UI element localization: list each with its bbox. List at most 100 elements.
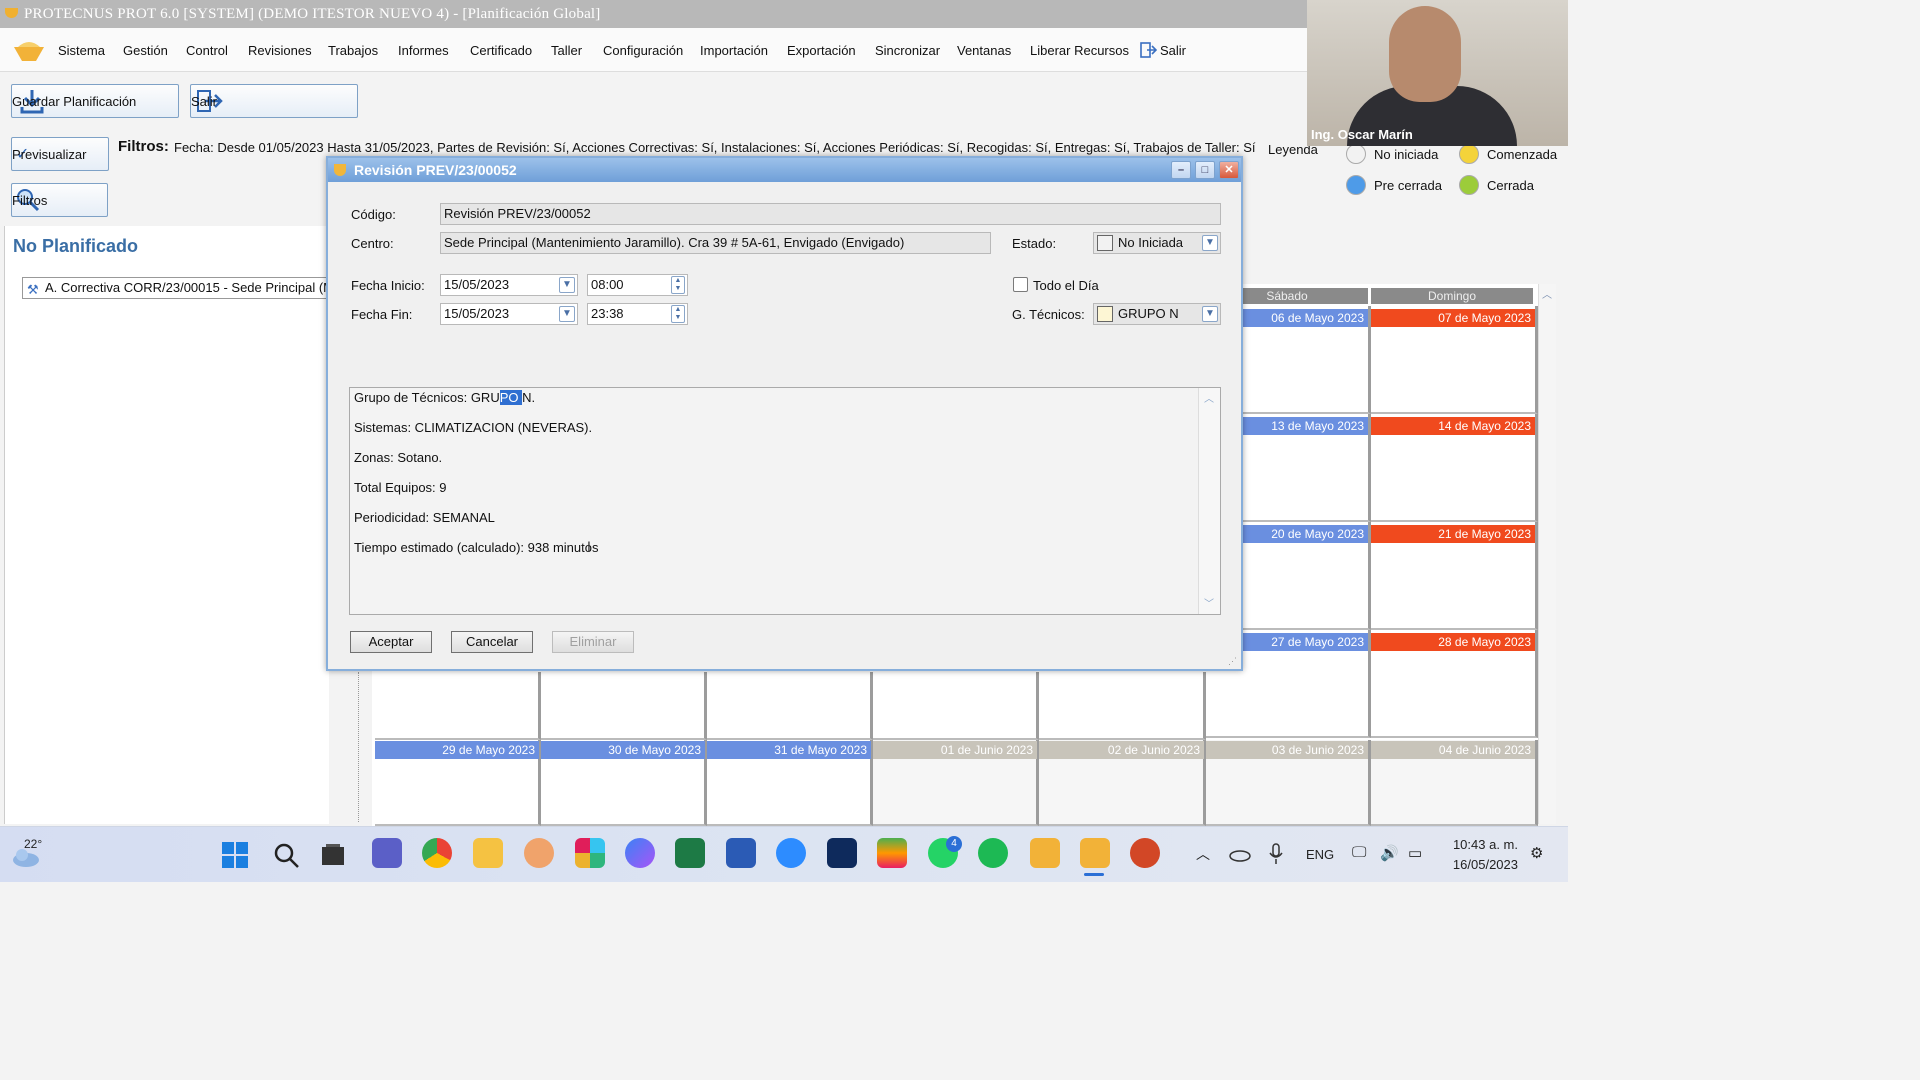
hora-fin-field[interactable]: 23:38 ▲ ▼ bbox=[587, 303, 688, 325]
volume-icon[interactable]: 🔊 bbox=[1380, 844, 1399, 862]
presenter-name: Ing. Oscar Marín bbox=[1311, 127, 1413, 142]
cancelar-button[interactable]: Cancelar bbox=[451, 631, 533, 653]
estado-select[interactable]: No Iniciada ▼ bbox=[1093, 232, 1221, 254]
windows-start-icon[interactable] bbox=[221, 841, 249, 869]
eliminar-button[interactable]: Eliminar bbox=[552, 631, 634, 653]
teamviewer-icon[interactable] bbox=[827, 838, 857, 868]
menu-revisiones[interactable]: Revisiones bbox=[248, 43, 312, 58]
clock-time[interactable]: 10:43 a. m. bbox=[1452, 837, 1518, 852]
protecnus-active-icon[interactable] bbox=[1080, 838, 1110, 868]
language-indicator[interactable]: ENG bbox=[1306, 847, 1334, 862]
codigo-field[interactable]: Revisión PREV/23/00052 bbox=[440, 203, 1221, 225]
fecha-fin-field[interactable]: 15/05/2023 ▼ bbox=[440, 303, 578, 325]
time-spinner-icon[interactable]: ▲ ▼ bbox=[671, 276, 685, 294]
hora-fin-value: 23:38 bbox=[591, 306, 624, 321]
aceptar-button[interactable]: Aceptar bbox=[350, 631, 432, 653]
menu-ventanas[interactable]: Ventanas bbox=[957, 43, 1011, 58]
menu-sincronizar[interactable]: Sincronizar bbox=[875, 43, 940, 58]
time-spinner-icon[interactable]: ▲ ▼ bbox=[671, 305, 685, 323]
chevron-down-icon[interactable]: ▼ bbox=[1202, 306, 1218, 322]
menu-gestion[interactable]: Gestión bbox=[123, 43, 168, 58]
todo-el-dia-checkbox[interactable] bbox=[1013, 277, 1028, 292]
maximize-icon[interactable]: □ bbox=[1195, 161, 1215, 179]
unplanned-title: No Planificado bbox=[13, 236, 139, 256]
minimize-icon[interactable]: – bbox=[1171, 161, 1191, 179]
splitter[interactable] bbox=[358, 672, 364, 822]
fecha-fin-label: Fecha Fin: bbox=[351, 307, 413, 322]
menu-liberar-recursos[interactable]: Liberar Recursos bbox=[1030, 43, 1129, 58]
clock-date[interactable]: 16/05/2023 bbox=[1447, 857, 1518, 872]
menu-configuracion[interactable]: Configuración bbox=[603, 43, 683, 58]
g-tecnicos-value: GRUPO N bbox=[1118, 306, 1179, 321]
battery-icon[interactable]: ▭ bbox=[1408, 844, 1422, 862]
description-memo[interactable]: Grupo de Técnicos: GRUPO N. Sistemas: CL… bbox=[349, 387, 1221, 615]
calendar-cell[interactable] bbox=[541, 672, 707, 740]
menu-sistema[interactable]: Sistema bbox=[58, 43, 105, 58]
memo-text: Grupo de Técnicos: GRU bbox=[354, 390, 500, 405]
unplanned-list-item[interactable]: ⚒ A. Correctiva CORR/23/00015 - Sede Pri… bbox=[22, 277, 332, 299]
guardar-planificacion-button[interactable]: Guardar Planificación bbox=[11, 84, 179, 118]
menu-trabajos[interactable]: Trabajos bbox=[328, 43, 378, 58]
menu-control[interactable]: Control bbox=[186, 43, 228, 58]
calendar-cell[interactable] bbox=[707, 672, 873, 740]
menu-exportacion[interactable]: Exportación bbox=[787, 43, 856, 58]
g-tecnicos-label: G. Técnicos: bbox=[1012, 307, 1085, 322]
estado-label: Estado: bbox=[1012, 236, 1057, 251]
calendar-cell[interactable] bbox=[873, 672, 1039, 740]
close-icon[interactable]: ✕ bbox=[1219, 161, 1239, 179]
legend-label: Pre cerrada bbox=[1374, 177, 1442, 193]
app-icon[interactable] bbox=[524, 838, 554, 868]
chevron-down-icon[interactable]: ﹀ bbox=[1204, 595, 1214, 610]
slack-icon[interactable] bbox=[575, 838, 605, 868]
task-view-icon[interactable] bbox=[320, 843, 346, 867]
unplanned-item-label: A. Correctiva CORR/23/00015 - Sede Princ… bbox=[45, 280, 332, 295]
calendar-dropdown-icon[interactable]: ▼ bbox=[559, 277, 575, 293]
filtros-button[interactable]: Filtros bbox=[11, 183, 108, 217]
network-icon[interactable]: 🖵 bbox=[1352, 844, 1366, 861]
onedrive-cloud-icon[interactable] bbox=[1228, 846, 1252, 862]
memo-line: Sistemas: CLIMATIZACION (NEVERAS). bbox=[354, 420, 593, 435]
salir-label: Salir bbox=[191, 93, 218, 109]
resize-grip-icon[interactable]: ⋰ bbox=[1228, 656, 1237, 667]
salir-button[interactable]: Salir bbox=[190, 84, 358, 118]
excel-icon[interactable] bbox=[675, 838, 705, 868]
notifications-icon[interactable]: ⚙ bbox=[1530, 844, 1543, 862]
file-explorer-icon[interactable] bbox=[473, 838, 503, 868]
presenter-head bbox=[1389, 6, 1461, 102]
chevron-down-icon[interactable]: ▼ bbox=[1202, 235, 1218, 251]
menu-taller[interactable]: Taller bbox=[551, 43, 582, 58]
menu-salir[interactable]: Salir bbox=[1160, 43, 1186, 58]
calendar-dropdown-icon[interactable]: ▼ bbox=[559, 306, 575, 322]
zoom-icon[interactable] bbox=[776, 838, 806, 868]
word-icon[interactable] bbox=[726, 838, 756, 868]
previsualizar-button[interactable]: ✓ Previsualizar bbox=[11, 137, 109, 171]
copilot-icon[interactable] bbox=[625, 838, 655, 868]
active-app-indicator bbox=[1084, 873, 1104, 876]
menu-informes[interactable]: Informes bbox=[398, 43, 449, 58]
powerpoint-icon[interactable] bbox=[1130, 838, 1160, 868]
filters-summary: Fecha: Desde 01/05/2023 Hasta 31/05/2023… bbox=[174, 140, 1256, 155]
protecnus-icon[interactable] bbox=[1030, 838, 1060, 868]
calendar-scrollbar[interactable]: ︿ bbox=[1538, 284, 1556, 824]
centro-field[interactable]: Sede Principal (Mantenimiento Jaramillo)… bbox=[440, 232, 991, 254]
calendar-cell[interactable] bbox=[1039, 672, 1206, 740]
fecha-inicio-field[interactable]: 15/05/2023 ▼ bbox=[440, 274, 578, 296]
chevron-up-icon[interactable]: ︿ bbox=[1196, 844, 1210, 864]
search-icon[interactable] bbox=[272, 841, 300, 869]
menu-certificado[interactable]: Certificado bbox=[470, 43, 532, 58]
chat-icon[interactable] bbox=[372, 838, 402, 868]
menu-importacion[interactable]: Importación bbox=[700, 43, 768, 58]
g-tecnicos-select[interactable]: GRUPO N ▼ bbox=[1093, 303, 1221, 325]
calendar-cell[interactable] bbox=[375, 672, 541, 740]
hora-inicio-field[interactable]: 08:00 ▲ ▼ bbox=[587, 274, 688, 296]
app-menu-logo-icon[interactable] bbox=[12, 39, 46, 63]
memo-scrollbar[interactable]: ︿ ﹀ bbox=[1198, 388, 1220, 614]
spotify-icon[interactable] bbox=[978, 838, 1008, 868]
chevron-up-icon[interactable]: ︿ bbox=[1542, 286, 1552, 301]
chevron-up-icon[interactable]: ︿ bbox=[1204, 390, 1214, 405]
microphone-icon[interactable] bbox=[1268, 843, 1284, 865]
revision-dialog: Revisión PREV/23/00052 – □ ✕ Código: Rev… bbox=[326, 156, 1243, 671]
dialog-title-bar[interactable]: Revisión PREV/23/00052 – □ ✕ bbox=[328, 158, 1241, 182]
chrome-icon[interactable] bbox=[422, 838, 452, 868]
stack-icon[interactable] bbox=[877, 838, 907, 868]
